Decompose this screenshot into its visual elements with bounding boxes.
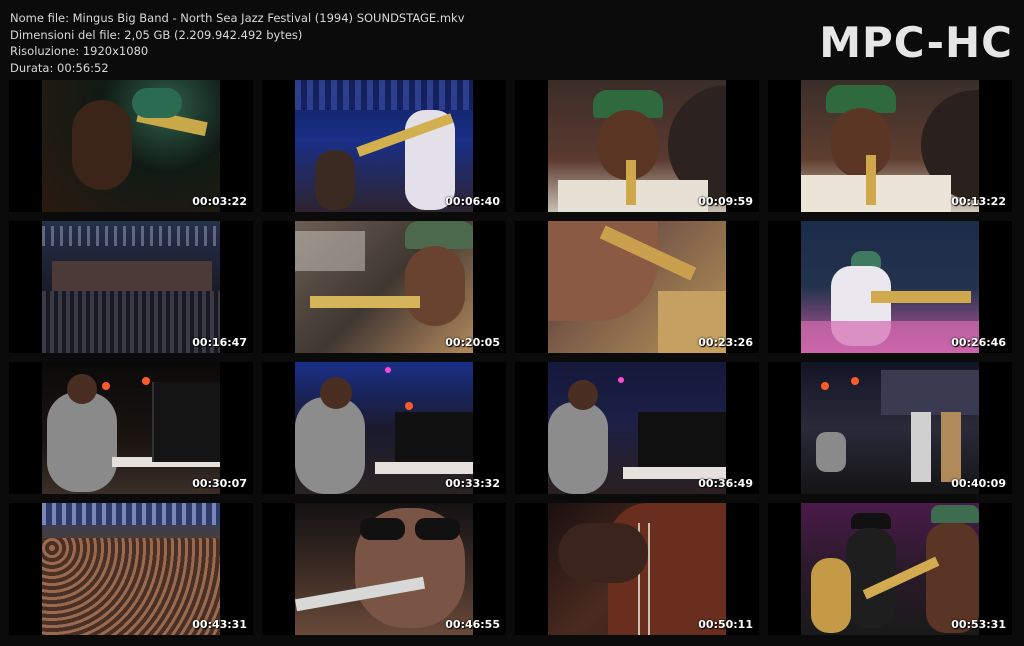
thumbnail: 00:13:22 (768, 80, 1012, 212)
video-frame (42, 362, 220, 494)
thumbnail: 00:50:11 (515, 503, 759, 635)
video-frame (801, 221, 979, 353)
thumbnail: 00:46:55 (262, 503, 506, 635)
thumbnail: 00:09:59 (515, 80, 759, 212)
video-frame (548, 503, 726, 635)
timestamp: 00:09:59 (698, 195, 753, 208)
video-frame (548, 221, 726, 353)
video-frame (801, 362, 979, 494)
video-frame (295, 362, 473, 494)
timestamp: 00:20:05 (445, 336, 500, 349)
video-frame (548, 362, 726, 494)
thumbnail: 00:23:26 (515, 221, 759, 353)
file-info: Nome file: Mingus Big Band - North Sea J… (10, 10, 465, 76)
video-frame (42, 221, 220, 353)
video-frame (42, 80, 220, 212)
file-duration: Durata: 00:56:52 (10, 60, 109, 75)
video-frame (295, 80, 473, 212)
thumbnail: 00:06:40 (262, 80, 506, 212)
timestamp: 00:40:09 (951, 477, 1006, 490)
thumbnail: 00:16:47 (9, 221, 253, 353)
video-frame (801, 80, 979, 212)
thumbnail: 00:33:32 (262, 362, 506, 494)
video-frame (295, 503, 473, 635)
file-resolution: Risoluzione: 1920x1080 (10, 44, 149, 58)
video-frame (42, 503, 220, 635)
timestamp: 00:33:32 (445, 477, 500, 490)
timestamp: 00:43:31 (192, 618, 247, 631)
thumbnail-grid: 00:03:22 00:06:40 00:09:59 00:13:22 00:1… (9, 80, 1012, 635)
timestamp: 00:16:47 (192, 336, 247, 349)
timestamp: 00:03:22 (192, 195, 247, 208)
file-name: Nome file: Mingus Big Band - North Sea J… (10, 11, 465, 25)
thumbnail: 00:40:09 (768, 362, 1012, 494)
file-size: Dimensioni del file: 2,05 GB (2.209.942.… (10, 27, 303, 42)
video-frame (548, 80, 726, 212)
thumbnail: 00:26:46 (768, 221, 1012, 353)
thumbnail: 00:03:22 (9, 80, 253, 212)
timestamp: 00:46:55 (445, 618, 500, 631)
thumbnail: 00:36:49 (515, 362, 759, 494)
thumbnail: 00:43:31 (9, 503, 253, 635)
timestamp: 00:36:49 (698, 477, 753, 490)
timestamp: 00:53:31 (951, 618, 1006, 631)
video-frame (801, 503, 979, 635)
video-frame (295, 221, 473, 353)
thumbnail: 00:30:07 (9, 362, 253, 494)
thumbnail: 00:53:31 (768, 503, 1012, 635)
timestamp: 00:26:46 (951, 336, 1006, 349)
thumbnail: 00:20:05 (262, 221, 506, 353)
timestamp: 00:23:26 (698, 336, 753, 349)
thumbnail-sheet: Nome file: Mingus Big Band - North Sea J… (0, 0, 1024, 646)
timestamp: 00:06:40 (445, 195, 500, 208)
timestamp: 00:30:07 (192, 477, 247, 490)
timestamp: 00:13:22 (951, 195, 1006, 208)
timestamp: 00:50:11 (698, 618, 753, 631)
brand-logo: MPC-HC (819, 18, 1013, 67)
